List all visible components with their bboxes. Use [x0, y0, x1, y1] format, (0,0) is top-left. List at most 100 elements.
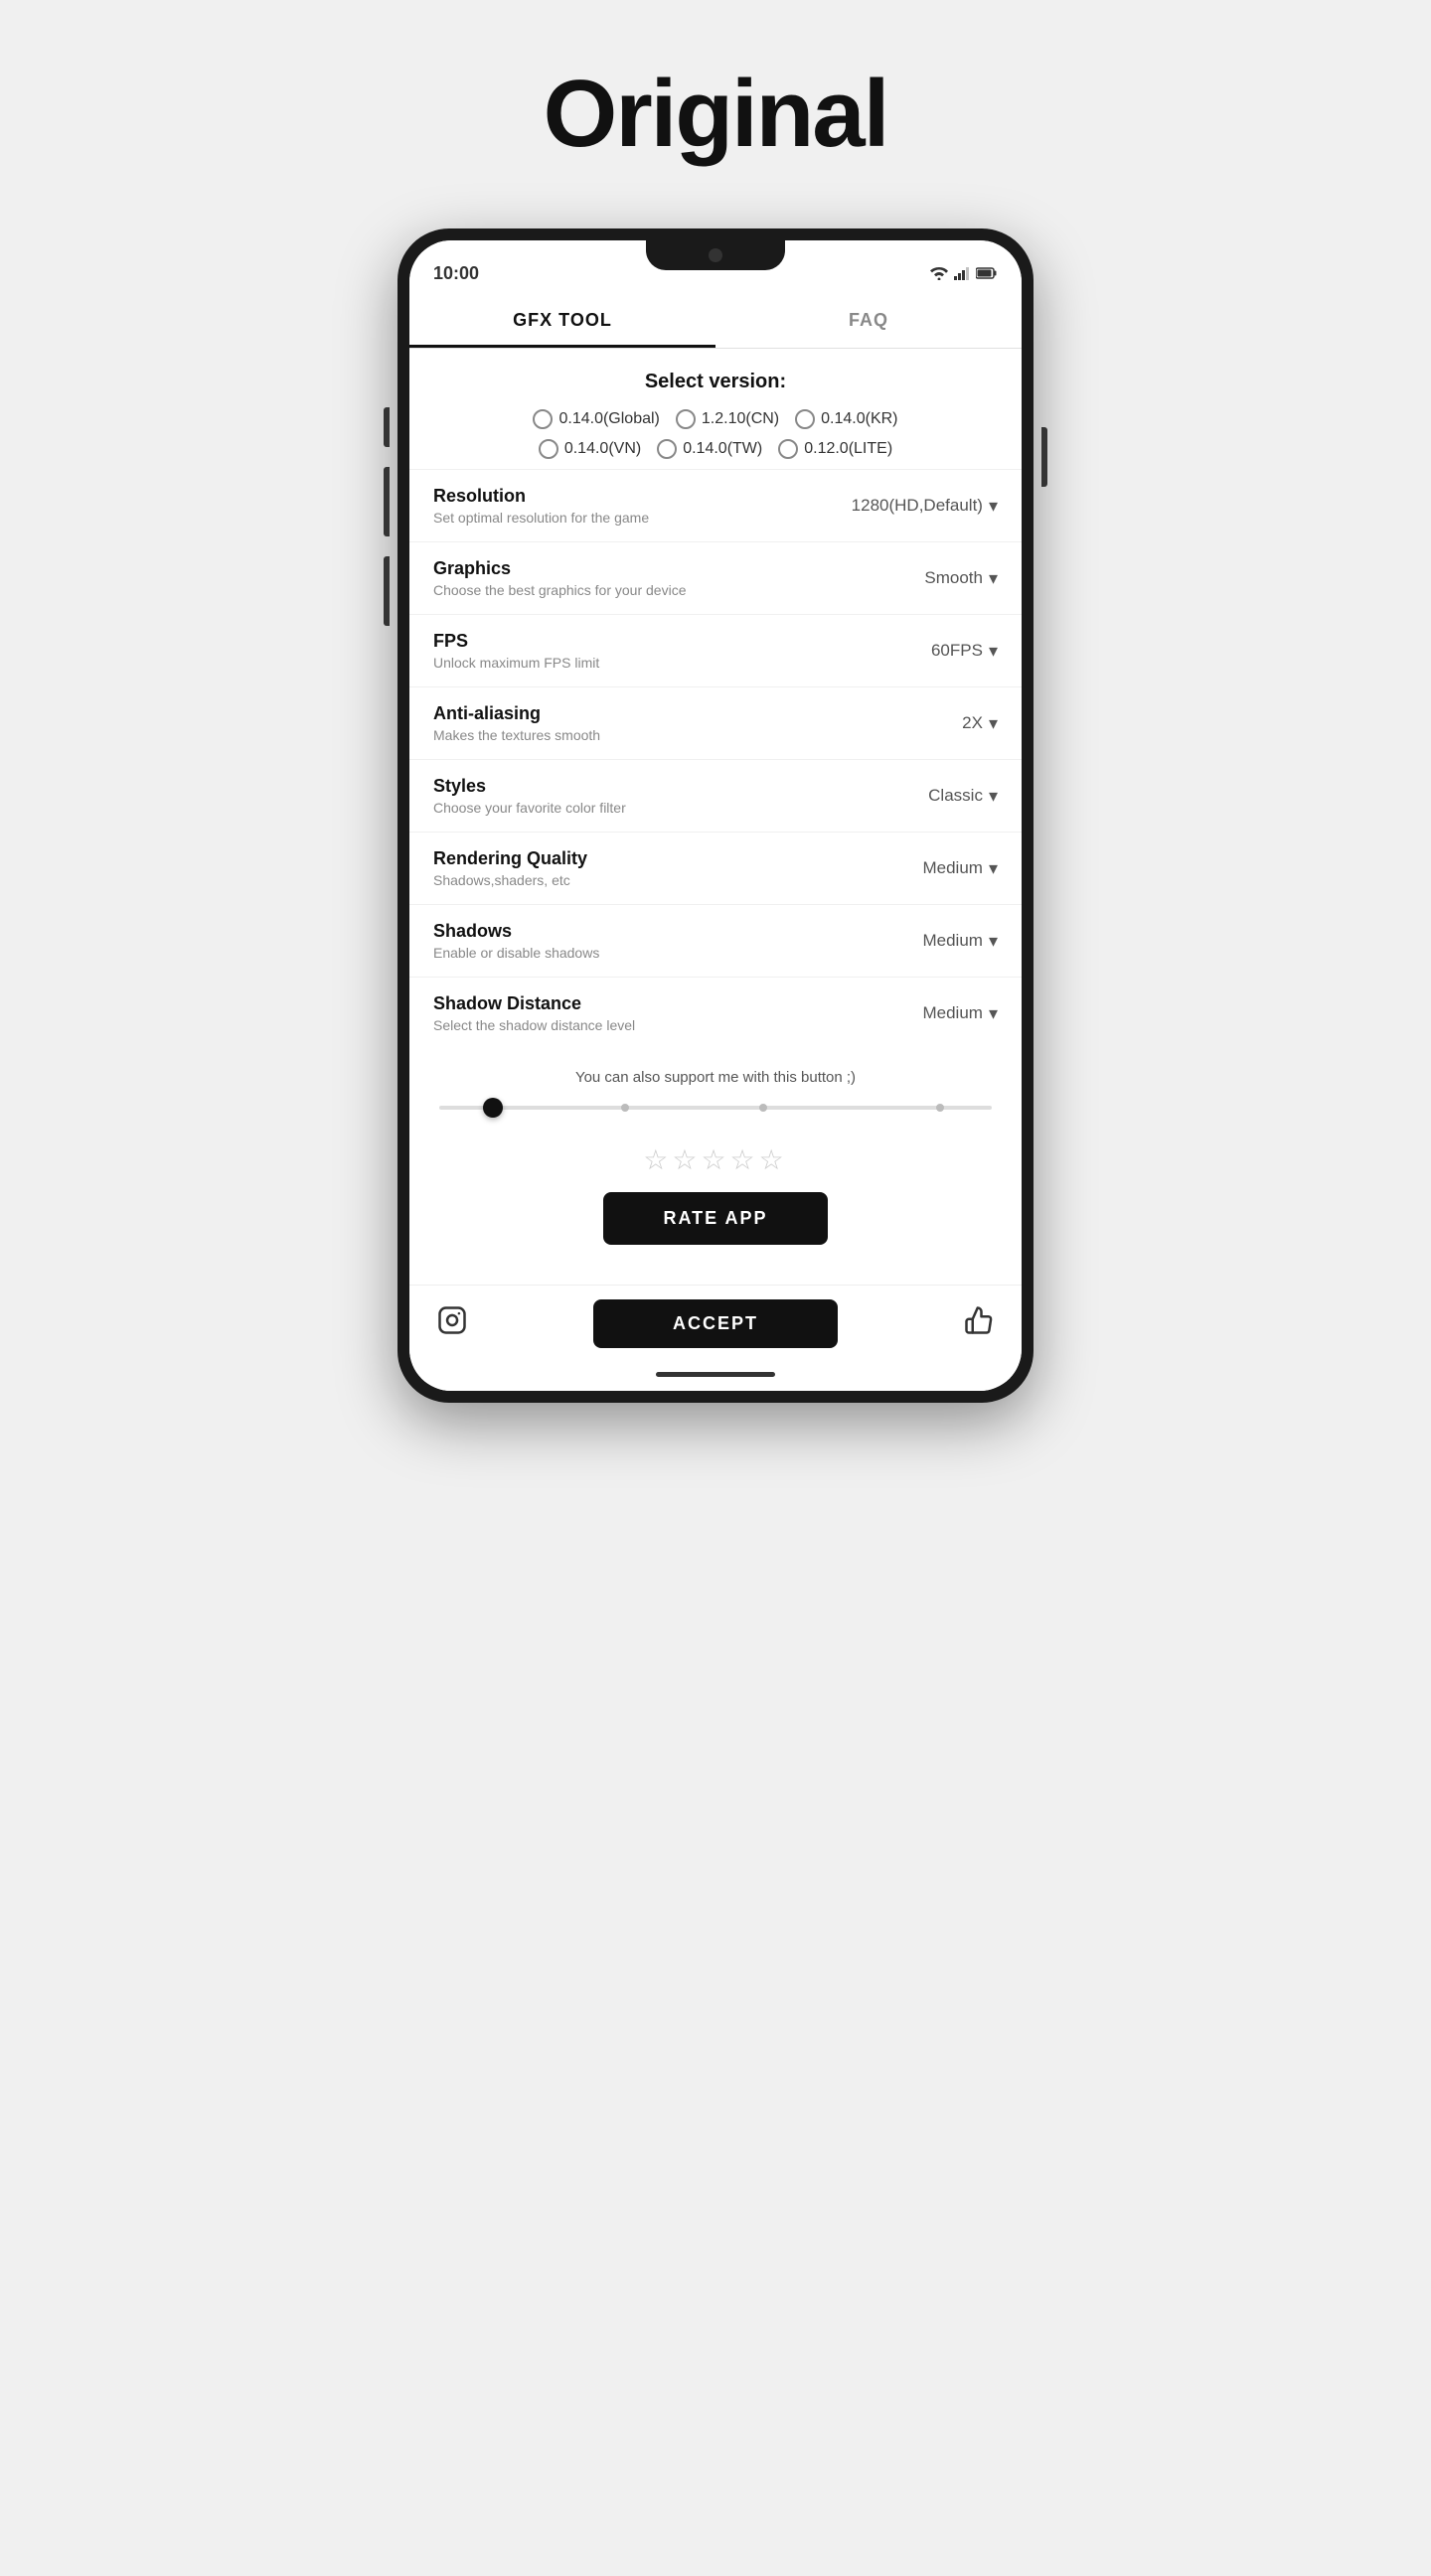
chevron-down-icon: ▾ [989, 1003, 998, 1024]
setting-value-shadow-distance[interactable]: Medium ▾ [922, 1003, 998, 1024]
setting-value-graphics[interactable]: Smooth ▾ [924, 568, 998, 589]
resolution-value: 1280(HD,Default) [852, 496, 983, 516]
tab-faq[interactable]: FAQ [716, 292, 1022, 348]
graphics-value: Smooth [924, 568, 983, 588]
thumbs-up-icon[interactable] [964, 1305, 994, 1342]
radio-global[interactable] [533, 409, 553, 429]
shadows-value: Medium [922, 931, 982, 951]
version-label-kr: 0.14.0(KR) [821, 410, 897, 428]
status-icons [930, 266, 998, 280]
setting-row-resolution: Resolution Set optimal resolution for th… [409, 469, 1022, 541]
home-indicator [409, 1362, 1022, 1391]
status-time: 10:00 [433, 263, 479, 284]
slider-dot-1 [621, 1104, 629, 1112]
fps-value: 60FPS [931, 641, 983, 661]
setting-label-shadows: Shadows [433, 921, 922, 942]
version-option-vn[interactable]: 0.14.0(VN) [539, 439, 641, 459]
setting-desc-styles: Choose your favorite color filter [433, 800, 928, 816]
accept-button[interactable]: ACCEPT [593, 1299, 838, 1348]
setting-desc-shadows: Enable or disable shadows [433, 945, 922, 961]
power-button [1041, 427, 1047, 487]
setting-label-resolution: Resolution [433, 486, 852, 507]
mute-button [384, 407, 390, 447]
setting-label-graphics: Graphics [433, 558, 924, 579]
rendering-quality-value: Medium [922, 858, 982, 878]
main-content: Select version: 0.14.0(Global) 1.2.10(CN… [409, 349, 1022, 1285]
radio-vn[interactable] [539, 439, 558, 459]
support-slider[interactable] [409, 1106, 1022, 1136]
version-label-cn: 1.2.10(CN) [702, 410, 779, 428]
version-option-global[interactable]: 0.14.0(Global) [533, 409, 659, 429]
radio-lite[interactable] [778, 439, 798, 459]
setting-left-shadows: Shadows Enable or disable shadows [433, 921, 922, 961]
setting-label-shadow-distance: Shadow Distance [433, 993, 922, 1014]
chevron-down-icon: ▾ [989, 858, 998, 879]
chevron-down-icon: ▾ [989, 931, 998, 952]
setting-left-shadow-distance: Shadow Distance Select the shadow distan… [433, 993, 922, 1033]
chevron-down-icon: ▾ [989, 713, 998, 734]
setting-row-shadows: Shadows Enable or disable shadows Medium… [409, 904, 1022, 977]
setting-left-anti-aliasing: Anti-aliasing Makes the textures smooth [433, 703, 962, 743]
camera [709, 248, 722, 262]
setting-desc-rendering-quality: Shadows,shaders, etc [433, 872, 922, 888]
chevron-down-icon: ▾ [989, 568, 998, 589]
version-option-kr[interactable]: 0.14.0(KR) [795, 409, 897, 429]
setting-value-resolution[interactable]: 1280(HD,Default) ▾ [852, 496, 998, 517]
version-row-2: 0.14.0(VN) 0.14.0(TW) 0.12.0(LITE) [409, 439, 1022, 459]
setting-row-rendering-quality: Rendering Quality Shadows,shaders, etc M… [409, 832, 1022, 904]
setting-value-shadows[interactable]: Medium ▾ [922, 931, 998, 952]
chevron-down-icon: ▾ [989, 496, 998, 517]
phone-frame: 10:00 [398, 228, 1034, 1403]
setting-row-fps: FPS Unlock maximum FPS limit 60FPS ▾ [409, 614, 1022, 686]
phone-screen: 10:00 [409, 240, 1022, 1391]
tab-gfx-tool[interactable]: GFX TOOL [409, 292, 716, 348]
radio-tw[interactable] [657, 439, 677, 459]
version-row-1: 0.14.0(Global) 1.2.10(CN) 0.14.0(KR) [409, 409, 1022, 429]
styles-value: Classic [928, 786, 983, 806]
slider-dot-3 [936, 1104, 944, 1112]
setting-value-fps[interactable]: 60FPS ▾ [931, 641, 998, 662]
page-title: Original [544, 60, 888, 169]
instagram-icon[interactable] [437, 1305, 467, 1342]
bottom-bar: ACCEPT [409, 1285, 1022, 1362]
setting-desc-shadow-distance: Select the shadow distance level [433, 1017, 922, 1033]
home-bar [656, 1372, 775, 1377]
setting-left-fps: FPS Unlock maximum FPS limit [433, 631, 931, 671]
radio-kr[interactable] [795, 409, 815, 429]
setting-label-styles: Styles [433, 776, 928, 797]
signal-icon [954, 266, 970, 280]
wifi-icon [930, 266, 948, 280]
radio-cn[interactable] [676, 409, 696, 429]
setting-label-rendering-quality: Rendering Quality [433, 848, 922, 869]
version-label-global: 0.14.0(Global) [558, 410, 659, 428]
version-option-cn[interactable]: 1.2.10(CN) [676, 409, 779, 429]
setting-value-styles[interactable]: Classic ▾ [928, 786, 998, 807]
status-bar: 10:00 [409, 240, 1022, 292]
setting-row-graphics: Graphics Choose the best graphics for yo… [409, 541, 1022, 614]
version-option-tw[interactable]: 0.14.0(TW) [657, 439, 762, 459]
volume-down-button [384, 556, 390, 626]
rate-app-button[interactable]: RATE APP [603, 1192, 827, 1245]
setting-desc-graphics: Choose the best graphics for your device [433, 582, 924, 598]
version-title: Select version: [409, 349, 1022, 409]
setting-value-anti-aliasing[interactable]: 2X ▾ [962, 713, 998, 734]
tabs: GFX TOOL FAQ [409, 292, 1022, 349]
version-label-lite: 0.12.0(LITE) [804, 440, 892, 458]
version-label-vn: 0.14.0(VN) [564, 440, 641, 458]
shadow-distance-value: Medium [922, 1003, 982, 1023]
setting-value-rendering-quality[interactable]: Medium ▾ [922, 858, 998, 879]
slider-dot-2 [759, 1104, 767, 1112]
setting-label-fps: FPS [433, 631, 931, 652]
setting-left-graphics: Graphics Choose the best graphics for yo… [433, 558, 924, 598]
setting-left-resolution: Resolution Set optimal resolution for th… [433, 486, 852, 526]
version-label-tw: 0.14.0(TW) [683, 440, 762, 458]
version-option-lite[interactable]: 0.12.0(LITE) [778, 439, 892, 459]
setting-row-styles: Styles Choose your favorite color filter… [409, 759, 1022, 832]
setting-desc-anti-aliasing: Makes the textures smooth [433, 727, 962, 743]
anti-aliasing-value: 2X [962, 713, 983, 733]
setting-label-anti-aliasing: Anti-aliasing [433, 703, 962, 724]
setting-desc-fps: Unlock maximum FPS limit [433, 655, 931, 671]
slider-thumb [483, 1098, 503, 1118]
stars-rating[interactable]: ☆☆☆☆☆ [409, 1136, 1022, 1192]
setting-row-anti-aliasing: Anti-aliasing Makes the textures smooth … [409, 686, 1022, 759]
